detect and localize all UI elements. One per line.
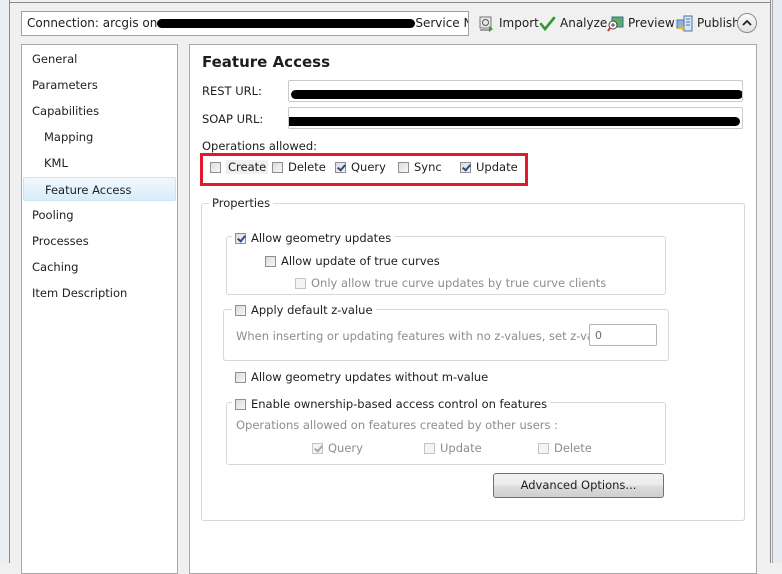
operation-query[interactable]: Query bbox=[335, 160, 386, 174]
connection-prefix: Connection: arcgis on bbox=[27, 16, 158, 30]
allow-true-curves-checkbox[interactable] bbox=[265, 255, 276, 267]
apply-default-z-label: Apply default z-value bbox=[251, 303, 373, 317]
delete-label: Delete bbox=[288, 160, 326, 174]
feature-access-panel: Feature Access REST URL: SOAP URL: Opera… bbox=[189, 44, 757, 574]
z-value-input[interactable]: 0 bbox=[589, 324, 657, 346]
chevron-up-icon bbox=[742, 19, 752, 26]
ownership-prompt: Operations allowed on features created b… bbox=[236, 418, 559, 432]
properties-legend: Properties bbox=[209, 196, 274, 210]
ownership-query-label: Query bbox=[328, 441, 363, 455]
redacted-rest-url bbox=[291, 89, 742, 99]
publish-icon bbox=[676, 15, 693, 31]
sidebar-item-parameters[interactable]: Parameters bbox=[23, 73, 176, 97]
ownership-update[interactable]: Update bbox=[424, 441, 482, 455]
ownership-update-checkbox[interactable] bbox=[424, 442, 435, 454]
soap-url-field[interactable] bbox=[288, 107, 743, 129]
apply-default-z-checkbox[interactable] bbox=[235, 304, 246, 316]
only-true-curve-clients-checkbox[interactable] bbox=[295, 277, 306, 289]
import-icon bbox=[479, 16, 493, 32]
allow-true-curves-label: Allow update of true curves bbox=[281, 254, 440, 268]
create-label: Create bbox=[226, 160, 269, 174]
ownership-group bbox=[226, 402, 666, 465]
allow-true-curves[interactable]: Allow update of true curves bbox=[265, 254, 440, 268]
query-checkbox[interactable] bbox=[335, 161, 346, 173]
preview-icon bbox=[607, 16, 624, 32]
update-label: Update bbox=[476, 160, 518, 174]
sidebar-item-caching[interactable]: Caching bbox=[23, 255, 176, 279]
sidebar-item-mapping[interactable]: Mapping bbox=[23, 125, 176, 149]
import-label: Import bbox=[499, 16, 539, 30]
analyze-button[interactable]: Analyze bbox=[539, 12, 607, 34]
allow-geometry-updates-label: Allow geometry updates bbox=[251, 231, 392, 245]
window-border-left bbox=[9, 0, 10, 563]
sidebar-item-item-description[interactable]: Item Description bbox=[23, 281, 176, 305]
page-title: Feature Access bbox=[202, 53, 330, 71]
soap-url-label: SOAP URL: bbox=[202, 112, 264, 126]
ownership-update-label: Update bbox=[440, 441, 482, 455]
ownership-delete-label: Delete bbox=[554, 441, 592, 455]
background-window-edge-right bbox=[772, 0, 782, 563]
sidebar-item-capabilities[interactable]: Capabilities bbox=[23, 99, 176, 123]
preview-label: Preview bbox=[628, 16, 675, 30]
operation-create[interactable]: Create bbox=[210, 160, 269, 174]
allow-geometry-updates-checkbox[interactable] bbox=[235, 232, 246, 244]
background-window-edge-left bbox=[0, 0, 8, 563]
collapse-button[interactable] bbox=[737, 13, 757, 33]
publish-button[interactable]: Publish bbox=[676, 12, 740, 34]
redacted-connection bbox=[157, 19, 416, 28]
ownership-delete-checkbox[interactable] bbox=[538, 442, 549, 454]
ownership-delete[interactable]: Delete bbox=[538, 441, 592, 455]
without-m-value-label: Allow geometry updates without m-value bbox=[251, 370, 489, 384]
query-label: Query bbox=[351, 160, 386, 174]
create-checkbox[interactable] bbox=[210, 161, 221, 173]
operations-allowed-label: Operations allowed: bbox=[202, 139, 318, 153]
apply-default-z[interactable]: Apply default z-value bbox=[232, 303, 376, 317]
ownership-access[interactable]: Enable ownership-based access control on… bbox=[232, 397, 551, 411]
without-m-value-checkbox[interactable] bbox=[235, 371, 246, 383]
connection-suffix: Service Na... bbox=[415, 16, 468, 30]
advanced-options-button[interactable]: Advanced Options... bbox=[493, 473, 664, 498]
without-m-value[interactable]: Allow geometry updates without m-value bbox=[235, 370, 488, 384]
redacted-soap-url bbox=[289, 116, 740, 126]
ownership-access-checkbox[interactable] bbox=[235, 398, 246, 410]
sidebar-item-feature-access[interactable]: Feature Access bbox=[23, 177, 176, 201]
sync-checkbox[interactable] bbox=[398, 161, 409, 173]
sidebar: General Parameters Capabilities Mapping … bbox=[21, 44, 178, 574]
window-border-top bbox=[9, 2, 771, 3]
window-border-right bbox=[770, 0, 771, 563]
connection-field: Connection: arcgis on Service Na... bbox=[21, 11, 469, 36]
sidebar-item-processes[interactable]: Processes bbox=[23, 229, 176, 253]
sidebar-item-pooling[interactable]: Pooling bbox=[23, 203, 176, 227]
analyze-label: Analyze bbox=[560, 16, 608, 30]
delete-checkbox[interactable] bbox=[272, 161, 283, 173]
ownership-query[interactable]: Query bbox=[312, 441, 363, 455]
ownership-query-checkbox[interactable] bbox=[312, 442, 323, 454]
sidebar-item-general[interactable]: General bbox=[23, 47, 176, 71]
publish-label: Publish bbox=[697, 16, 740, 30]
preview-button[interactable]: Preview bbox=[607, 12, 675, 34]
only-true-curve-clients-label: Only allow true curve updates by true cu… bbox=[311, 276, 607, 290]
sidebar-item-kml[interactable]: KML bbox=[23, 151, 176, 175]
operation-sync[interactable]: Sync bbox=[398, 160, 442, 174]
z-value-prompt: When inserting or updating features with… bbox=[236, 329, 631, 343]
sync-label: Sync bbox=[414, 160, 442, 174]
checkmark-icon bbox=[539, 16, 556, 31]
ownership-access-label: Enable ownership-based access control on… bbox=[251, 397, 548, 411]
operation-update[interactable]: Update bbox=[460, 160, 518, 174]
rest-url-label: REST URL: bbox=[202, 84, 262, 98]
allow-geometry-updates[interactable]: Allow geometry updates bbox=[232, 231, 395, 245]
rest-url-field[interactable] bbox=[288, 80, 743, 102]
operation-delete[interactable]: Delete bbox=[272, 160, 326, 174]
import-button[interactable]: Import bbox=[478, 12, 539, 34]
only-true-curve-clients[interactable]: Only allow true curve updates by true cu… bbox=[295, 276, 606, 290]
update-checkbox[interactable] bbox=[460, 161, 471, 173]
